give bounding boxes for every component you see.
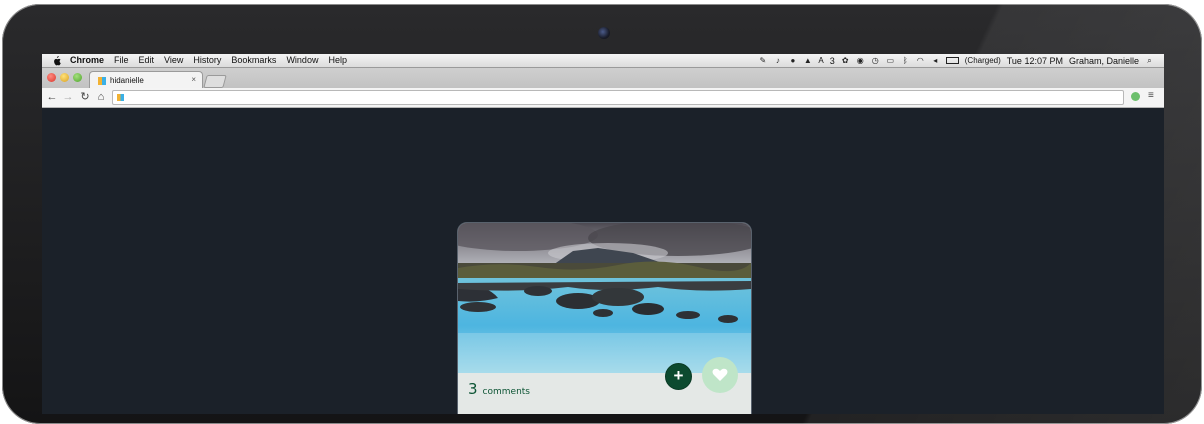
tab-hidanielle[interactable]: hidanielle × (89, 71, 203, 89)
site-favicon-icon (117, 94, 124, 101)
reload-icon[interactable]: ↻ (79, 91, 91, 103)
maximize-window-button[interactable] (73, 73, 82, 82)
comments-link[interactable]: 3 comments (468, 380, 530, 398)
menu-help[interactable]: Help (328, 54, 347, 67)
laptop-frame: Chrome File Edit View History Bookmarks … (2, 4, 1202, 424)
time-machine-icon[interactable]: ◷ (871, 56, 880, 65)
webcam (598, 27, 610, 39)
tab-close-button[interactable]: × (191, 75, 196, 84)
tab-strip: hidanielle × (42, 68, 1164, 89)
notification-count: 3 (829, 55, 835, 66)
comment-count: 3 (468, 380, 478, 398)
shield-icon[interactable]: ◉ (856, 56, 865, 65)
address-bar[interactable] (112, 90, 1124, 105)
heart-icon (712, 368, 728, 381)
menu-view[interactable]: View (164, 54, 183, 67)
evernote-icon[interactable]: ✎ (758, 56, 767, 65)
menu-bookmarks[interactable]: Bookmarks (231, 54, 276, 67)
speech-bubble-icon[interactable]: ● (788, 56, 797, 65)
forward-arrow-icon[interactable]: → (62, 91, 74, 103)
comment-label: comments (482, 387, 530, 397)
display-icon[interactable]: ▭ (886, 56, 895, 65)
status-area: ✎ ♪ ● ▲ A 3 ✿ ◉ ◷ ▭ ᛒ ◠ ◂ (Charged) Tue … (758, 54, 1154, 67)
user-name[interactable]: Graham, Danielle (1069, 56, 1139, 66)
home-icon[interactable]: ⌂ (95, 91, 107, 103)
clock[interactable]: Tue 12:07 PM (1007, 56, 1063, 66)
site-favicon-icon (98, 76, 106, 85)
tab-title: hidanielle (110, 76, 144, 85)
apple-logo-icon[interactable] (51, 55, 62, 66)
battery-icon[interactable] (945, 57, 959, 64)
drive-icon[interactable]: ▲ (803, 56, 812, 65)
bell-icon[interactable]: ♪ (773, 56, 782, 65)
close-window-button[interactable] (47, 73, 56, 82)
menu-file[interactable]: File (114, 54, 129, 67)
menu-app-chrome[interactable]: Chrome (70, 54, 104, 67)
post-photo[interactable] (458, 223, 751, 373)
post-card[interactable]: 3 comments + (457, 222, 752, 414)
new-tab-button[interactable] (203, 75, 227, 88)
wifi-icon[interactable]: ◠ (916, 56, 925, 65)
minimize-window-button[interactable] (60, 73, 69, 82)
add-button[interactable]: + (665, 363, 692, 390)
spotlight-search-icon[interactable]: ⌕ (1145, 56, 1154, 65)
back-arrow-icon[interactable]: ← (46, 91, 58, 103)
battery-status: (Charged) (964, 56, 1001, 65)
like-button[interactable] (702, 357, 738, 393)
adobe-icon[interactable]: A (818, 56, 823, 65)
menu-edit[interactable]: Edit (139, 54, 155, 67)
browser-toolbar: ← → ↻ ⌂ ≡ (42, 88, 1164, 108)
menu-window[interactable]: Window (286, 54, 318, 67)
menu-bar: Chrome File Edit View History Bookmarks … (42, 54, 1164, 68)
chrome-menu-icon[interactable]: ≡ (1148, 90, 1154, 101)
volume-icon[interactable]: ◂ (931, 56, 940, 65)
menu-history[interactable]: History (193, 54, 221, 67)
url-input[interactable] (124, 92, 1123, 103)
evernote-extension-icon[interactable] (1131, 92, 1140, 101)
sync-icon[interactable]: ✿ (841, 56, 850, 65)
window-controls (47, 73, 82, 82)
screen: Chrome File Edit View History Bookmarks … (42, 54, 1164, 414)
bluetooth-icon[interactable]: ᛒ (901, 56, 910, 65)
